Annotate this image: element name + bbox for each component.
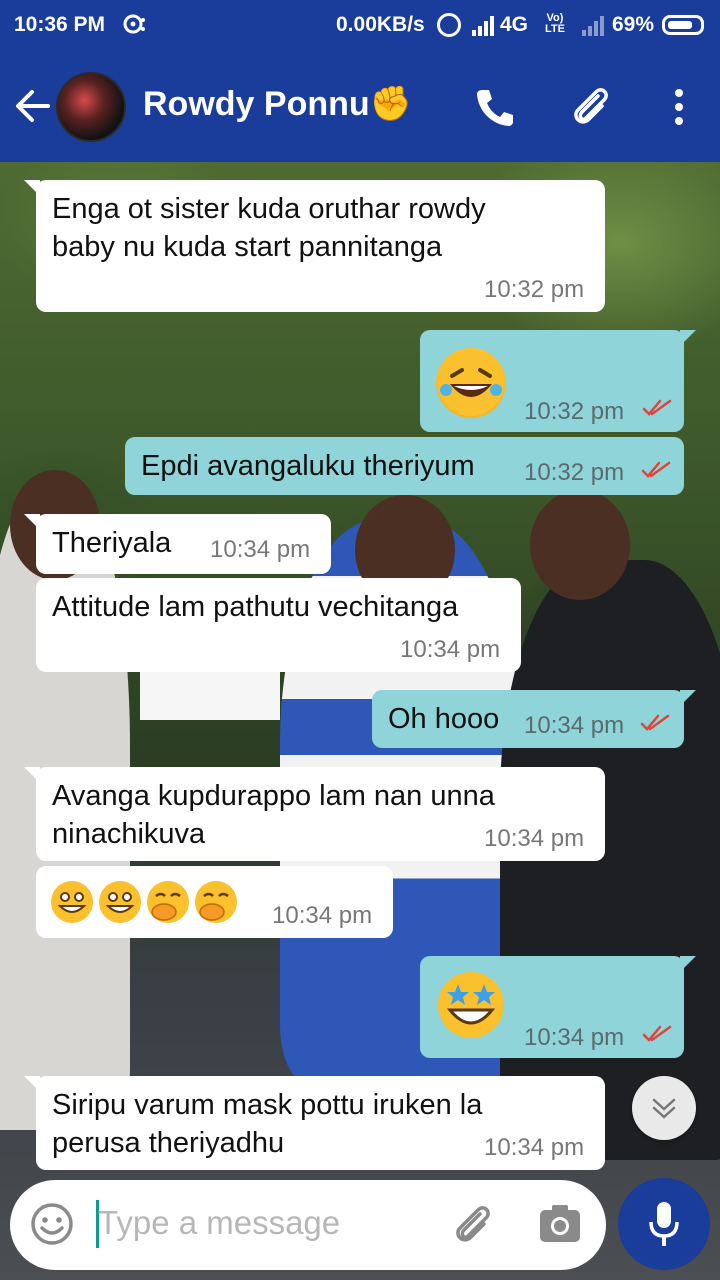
message-time: 10:34 pm [484, 825, 585, 852]
wallpaper-figure [530, 490, 630, 600]
message-text-line: perusa theriyadhu [52, 1127, 285, 1159]
battery-icon [662, 15, 704, 35]
signal-icon [582, 16, 604, 36]
message-notification-icon [123, 14, 145, 34]
message-time: 10:32 pm [484, 276, 585, 303]
bubble-tail [24, 514, 40, 530]
hand-over-mouth-emoji-icon [147, 881, 189, 923]
message-outgoing[interactable]: Epdi avangaluku theriyum 10:32 pm [125, 437, 684, 495]
status-bar: 10:36 PM 0.00KB/s 4G Vo) LTE 69% [0, 0, 720, 50]
emoji-icon[interactable] [30, 1202, 74, 1246]
network-type: 4G [500, 13, 529, 36]
bubble-tail [680, 330, 696, 346]
more-vert-icon[interactable] [656, 84, 702, 130]
paperclip-icon[interactable] [568, 84, 614, 130]
volte-label: LTE [545, 23, 565, 35]
grinning-emoji-icon [99, 881, 141, 923]
message-outgoing[interactable]: 10:32 pm [420, 330, 696, 432]
avatar[interactable] [56, 72, 126, 142]
message-time: 10:34 pm [210, 536, 311, 563]
alarm-icon [437, 13, 461, 37]
message-outgoing[interactable]: Oh hooo 10:34 pm [372, 690, 696, 748]
battery-percent: 69% [612, 13, 655, 36]
message-incoming[interactable]: Avanga kupdurappo lam nan unna ninachiku… [24, 767, 605, 861]
star-struck-emoji-icon [438, 972, 504, 1038]
message-incoming[interactable]: 10:34 pm [36, 866, 393, 938]
status-time: 10:36 PM [14, 13, 106, 36]
hand-over-mouth-emoji-icon [195, 881, 237, 923]
volte-icon: Vo) LTE [545, 13, 565, 35]
phone-icon[interactable] [472, 84, 518, 130]
bubble-tail [24, 1076, 40, 1092]
message-text: Siripu varum mask pottu iruken la perusa… [52, 1086, 482, 1162]
camera-icon[interactable] [538, 1204, 582, 1244]
paperclip-icon[interactable] [450, 1202, 496, 1248]
message-incoming[interactable]: Attitude lam pathutu vechitanga 10:34 pm [36, 578, 521, 672]
message-text-line: Avanga kupdurappo lam nan unna [52, 780, 495, 812]
message-text-line: Siripu varum mask pottu iruken la [52, 1089, 483, 1121]
message-text: Attitude lam pathutu vechitanga [52, 591, 459, 623]
wallpaper-figure [140, 672, 280, 720]
read-ticks-icon [642, 1025, 672, 1042]
mic-button[interactable] [618, 1178, 710, 1270]
message-outgoing[interactable]: 10:34 pm [420, 956, 696, 1058]
read-ticks-icon [642, 399, 672, 416]
signal-icon [472, 16, 494, 36]
bubble-tail [24, 767, 40, 783]
bubble-tail [680, 956, 696, 972]
contact-name[interactable]: Rowdy Ponnu✊ [143, 84, 412, 124]
grinning-emoji-icon [51, 881, 93, 923]
message-time: 10:34 pm [524, 712, 625, 739]
message-text-line: Enga ot sister kuda oruthar rowdy [52, 193, 486, 225]
network-speed: 0.00KB/s [336, 13, 425, 36]
message-time: 10:32 pm [524, 398, 625, 425]
message-text: Epdi avangaluku theriyum [141, 450, 475, 482]
message-time: 10:34 pm [400, 636, 501, 663]
read-ticks-icon [641, 461, 671, 478]
mic-icon [649, 1202, 679, 1246]
message-text: Oh hooo [388, 703, 500, 735]
message-text-line: baby nu kuda start pannitanga [52, 231, 443, 263]
message-text: Avanga kupdurappo lam nan unna ninachiku… [52, 777, 495, 853]
read-ticks-icon [640, 714, 670, 731]
scroll-to-bottom-button[interactable] [632, 1076, 696, 1140]
message-time: 10:34 pm [484, 1134, 585, 1161]
message-incoming[interactable]: Enga ot sister kuda oruthar rowdy baby n… [24, 180, 605, 312]
bubble-tail [24, 180, 40, 196]
chat-header: Rowdy Ponnu✊ [0, 50, 720, 162]
bubble-tail [680, 690, 696, 706]
double-chevron-down-icon [652, 1098, 676, 1119]
message-composer: Type a message [10, 1180, 606, 1270]
message-time: 10:34 pm [524, 1024, 625, 1051]
back-arrow-icon[interactable] [14, 86, 50, 126]
message-text: Enga ot sister kuda oruthar rowdy baby n… [52, 190, 486, 266]
message-time: 10:34 pm [272, 902, 373, 929]
message-input[interactable]: Type a message [98, 1204, 340, 1242]
message-text-line: ninachikuva [52, 818, 206, 850]
message-incoming[interactable]: Siripu varum mask pottu iruken la perusa… [24, 1076, 605, 1170]
message-time: 10:32 pm [524, 459, 625, 486]
rolling-laughing-emoji-icon [436, 348, 506, 418]
message-incoming[interactable]: Theriyala 10:34 pm [24, 514, 331, 574]
message-text: Theriyala [52, 527, 172, 559]
